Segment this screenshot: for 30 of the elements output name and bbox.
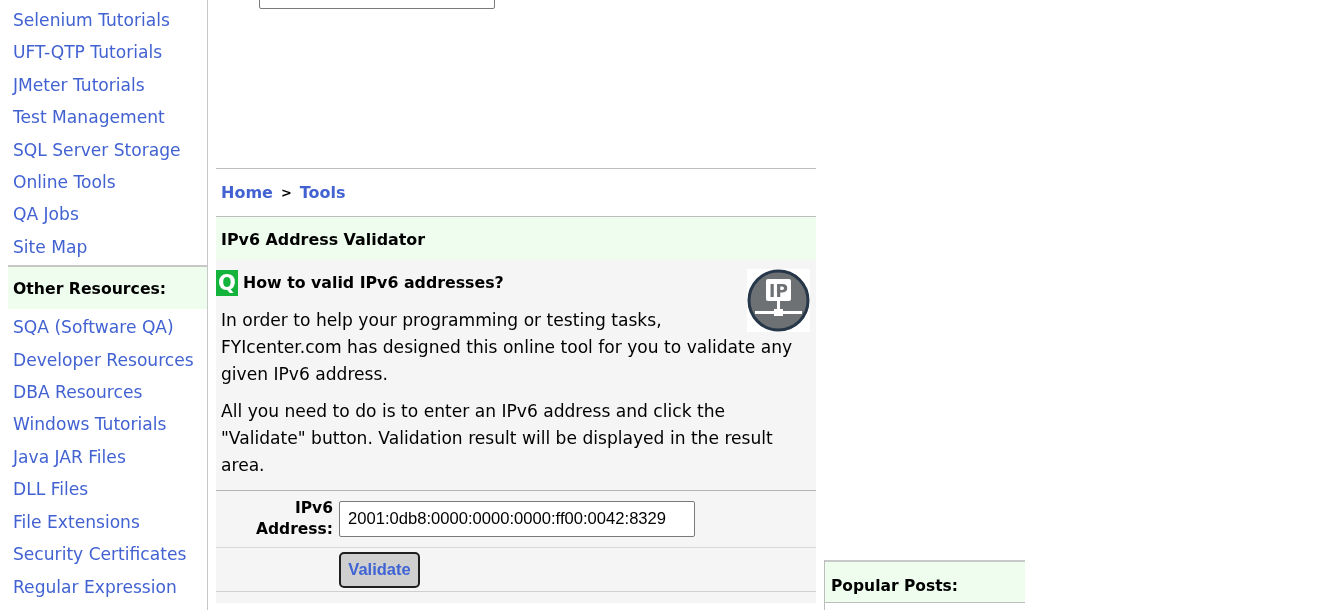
sidebar-link[interactable]: DLL Files (8, 473, 89, 506)
network-ip-icon: IP (747, 269, 810, 332)
sidebar-link[interactable]: File Extensions (8, 505, 140, 539)
sidebar-link[interactable]: Online Tools (8, 166, 116, 199)
sidebar-link[interactable]: Selenium Tutorials (8, 4, 170, 37)
sidebar-link[interactable]: SQL Server Storage (8, 133, 181, 167)
sidebar-link[interactable]: Site Map (8, 230, 88, 264)
section-header: Other Resources: (8, 265, 207, 310)
sidebar-link[interactable]: Security Certificates (8, 538, 187, 571)
ipv6-address-input[interactable]: 2001:0db8:0000:0000:0000:ff00:0042:8329 (339, 501, 695, 537)
sidebar-link[interactable]: UFT-QTP Tutorials (8, 36, 163, 69)
section-header: Popular Posts: (825, 560, 1025, 603)
sidebar-link[interactable]: Windows Tutorials (8, 408, 167, 441)
sidebar-link[interactable]: SQA (Software QA) (8, 311, 174, 344)
sidebar-link[interactable]: Developer Resources (8, 343, 194, 377)
breadcrumb-link[interactable]: Tools (299, 183, 346, 202)
description-paragraph: All you need to do is to enter an IPv6 address and click the "Validate" button. Validation result will be displayed in the result area. (220, 400, 774, 477)
validate-button[interactable]: Validate (339, 551, 420, 588)
sidebar-link[interactable]: DBA Resources (8, 376, 143, 409)
field-label: IPv6 Address: (255, 498, 333, 540)
sidebar-link[interactable]: Regular Expression (8, 570, 177, 603)
sidebar-link[interactable]: JMeter Tutorials (8, 68, 145, 102)
question-heading: How to valid IPv6 addresses? (243, 273, 504, 292)
breadcrumb-separator: > (280, 185, 292, 200)
question-marker: Q (216, 269, 238, 296)
breadcrumb-link[interactable]: Home (221, 183, 273, 202)
sidebar-link[interactable]: Java JAR Files (8, 440, 126, 474)
tool-title: IPv6 Address Validator (216, 217, 816, 260)
sidebar-link[interactable]: QA Jobs (8, 198, 79, 231)
sidebar-link[interactable]: Test Management (8, 101, 165, 134)
